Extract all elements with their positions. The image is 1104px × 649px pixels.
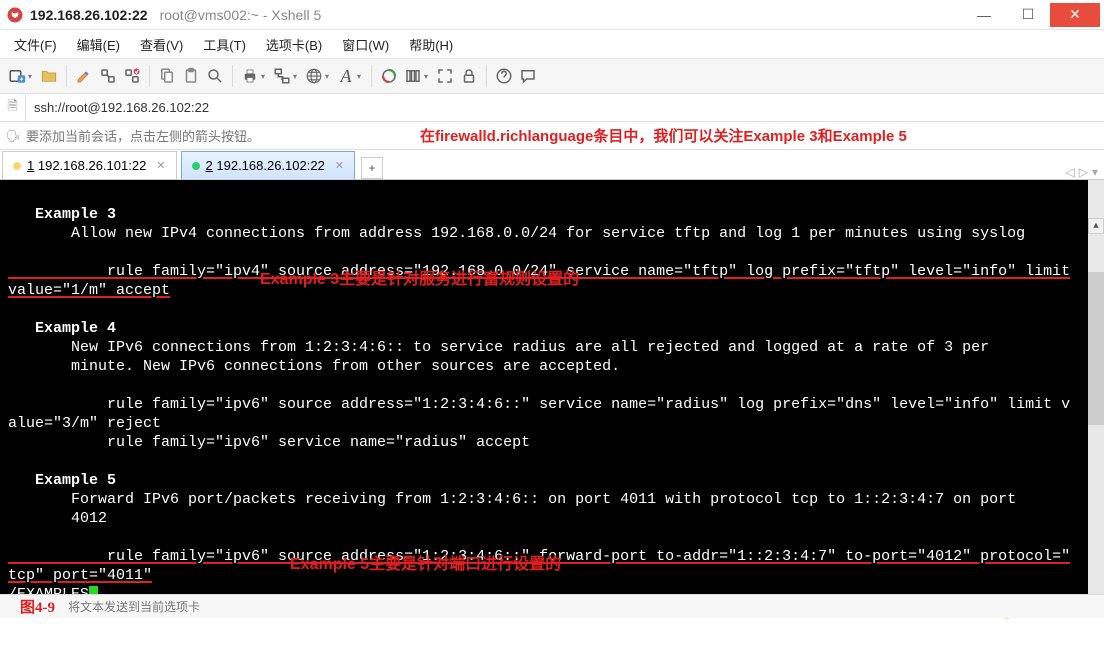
- menu-tabs[interactable]: 选项卡(B): [258, 31, 330, 58]
- tab-number: 2: [206, 158, 213, 173]
- color-icon[interactable]: [378, 65, 400, 87]
- menu-view[interactable]: 查看(V): [132, 31, 191, 58]
- menubar: 文件(F) 编辑(E) 查看(V) 工具(T) 选项卡(B) 窗口(W) 帮助(…: [0, 30, 1104, 58]
- paste-icon[interactable]: [180, 65, 202, 87]
- help-icon[interactable]: [493, 65, 515, 87]
- add-session-arrow-icon[interactable]: 🗣: [0, 129, 26, 143]
- copy-icon[interactable]: [156, 65, 178, 87]
- annotation-example-5: Example 5主要是针对端口进行设置的: [290, 555, 561, 574]
- edit-icon[interactable]: [73, 65, 95, 87]
- tab-menu-icon[interactable]: ▾: [1092, 165, 1098, 179]
- minimize-button[interactable]: —: [962, 3, 1006, 27]
- link-icon[interactable]: [97, 65, 119, 87]
- status-dot-icon: [192, 162, 200, 170]
- menu-tools[interactable]: 工具(T): [195, 31, 254, 58]
- terminal-cursor: [89, 586, 98, 594]
- tab-close-icon[interactable]: ✕: [156, 159, 165, 172]
- example-4-heading: Example 4: [35, 320, 116, 337]
- address-input[interactable]: ssh://root@192.168.26.102:22: [26, 100, 1104, 115]
- titlebar: 192.168.26.102:22 root@vms002:~ - Xshell…: [0, 0, 1104, 30]
- new-tab-button[interactable]: +: [361, 157, 383, 179]
- toolbar: ▾ ▾ ▾ ▾ A▾ ▾: [0, 58, 1104, 94]
- tab-bar: 1 192.168.26.101:22 ✕ 2 192.168.26.102:2…: [0, 150, 1104, 180]
- example-4-rule-1a: rule family="ipv6" source address="1:2:3…: [8, 396, 1070, 413]
- example-4-desc-2: minute. New IPv6 connections from other …: [8, 358, 620, 375]
- terminal-scrollbar[interactable]: ▲ ▼: [1088, 180, 1104, 594]
- comment-icon[interactable]: [517, 65, 539, 87]
- open-icon[interactable]: [38, 65, 60, 87]
- scroll-thumb[interactable]: [1088, 425, 1104, 594]
- example-3-heading: Example 3: [35, 206, 116, 223]
- fullscreen-icon[interactable]: [434, 65, 456, 87]
- annotation-example-3: Example 3主要是针对服务进行富规则设置的: [260, 270, 579, 289]
- menu-edit[interactable]: 编辑(E): [69, 31, 128, 58]
- example-5-desc-1: Forward IPv6 port/packets receiving from…: [8, 491, 1016, 508]
- window-title-main: 192.168.26.102:22: [30, 7, 148, 23]
- tab-number: 1: [27, 158, 34, 173]
- hint-bar: 🗣 要添加当前会话，点击左侧的箭头按钮。 在firewalld.richlang…: [0, 122, 1104, 150]
- scroll-track[interactable]: [1088, 272, 1104, 594]
- address-bar: 🗎 ssh://root@192.168.26.102:22: [0, 94, 1104, 122]
- scroll-up-icon[interactable]: ▲: [1088, 218, 1104, 234]
- new-tab-icon[interactable]: [6, 65, 28, 87]
- lock-icon[interactable]: [458, 65, 480, 87]
- search-term: /EXAMPLES: [8, 586, 89, 594]
- tab-ip: 192.168.26.101:22: [38, 158, 146, 173]
- tab-scroll-left-icon[interactable]: ◁: [1066, 165, 1075, 179]
- example-4-rule-2: rule family="ipv6" service name="radius"…: [8, 434, 530, 451]
- maximize-button[interactable]: ☐: [1006, 3, 1050, 27]
- example-5-heading: Example 5: [35, 472, 116, 489]
- transfer-icon[interactable]: [271, 65, 293, 87]
- terminal-view[interactable]: Example 3 Allow new IPv4 connections fro…: [0, 180, 1104, 594]
- annotation-top: 在firewalld.richlanguage条目中，我们可以关注Example…: [420, 125, 907, 146]
- app-logo: [6, 6, 24, 24]
- status-text: 将文本发送到当前选项卡: [68, 598, 200, 615]
- menu-file[interactable]: 文件(F): [6, 31, 65, 58]
- session-tab-2[interactable]: 2 192.168.26.102:22 ✕: [181, 151, 356, 179]
- globe-icon[interactable]: [303, 65, 325, 87]
- close-button[interactable]: ✕: [1050, 3, 1100, 27]
- figure-label: 图4-9: [20, 596, 55, 617]
- example-3-desc: Allow new IPv4 connections from address …: [8, 225, 1025, 242]
- status-bar: 图4-9 将文本发送到当前选项卡: [0, 594, 1104, 618]
- print-icon[interactable]: [239, 65, 261, 87]
- reconnect-icon[interactable]: [121, 65, 143, 87]
- session-tab-1[interactable]: 1 192.168.26.101:22 ✕: [2, 151, 177, 179]
- menu-help[interactable]: 帮助(H): [401, 31, 461, 58]
- hint-text: 要添加当前会话，点击左侧的箭头按钮。: [26, 126, 260, 145]
- font-icon[interactable]: A: [335, 65, 357, 87]
- status-dot-icon: [13, 162, 21, 170]
- window-title-sub: root@vms002:~ - Xshell 5: [160, 7, 322, 23]
- menu-window[interactable]: 窗口(W): [334, 31, 397, 58]
- columns-icon[interactable]: [402, 65, 424, 87]
- example-4-desc-1: New IPv6 connections from 1:2:3:4:6:: to…: [8, 339, 989, 356]
- tab-ip: 192.168.26.102:22: [216, 158, 324, 173]
- example-4-rule-1b: alue="3/m" reject: [8, 415, 161, 432]
- address-protocol-icon[interactable]: 🗎: [0, 94, 26, 121]
- example-5-desc-2: 4012: [8, 510, 107, 527]
- example-3-rule-b: value="1/m" accept: [8, 282, 170, 299]
- example-5-rule-b: tcp" port="4011": [8, 567, 152, 584]
- tab-scroll-right-icon[interactable]: ▷: [1079, 165, 1088, 179]
- tab-close-icon[interactable]: ✕: [335, 159, 344, 172]
- find-icon[interactable]: [204, 65, 226, 87]
